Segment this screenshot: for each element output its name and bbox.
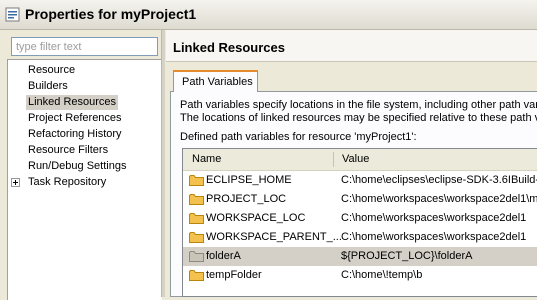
page-title: Linked Resources xyxy=(173,40,285,55)
window-title: Properties for myProject1 xyxy=(25,6,197,22)
pane-splitter[interactable] xyxy=(161,30,165,297)
table-row[interactable]: ECLIPSE_HOME C:\home\eclipses\eclipse-SD… xyxy=(183,171,537,190)
tab-label: Path Variables xyxy=(182,76,253,88)
tree-item-builders[interactable]: Builders xyxy=(26,79,70,94)
tree-item-task-repository[interactable]: Task Repository xyxy=(26,175,108,190)
folder-icon xyxy=(189,232,204,243)
column-separator[interactable] xyxy=(333,152,334,167)
tree-item-run-debug-settings[interactable]: Run/Debug Settings xyxy=(26,159,128,174)
variable-value: C:\home\workspaces\workspace2del1 xyxy=(341,231,527,243)
variable-value: C:\home\eclipses\eclipse-SDK-3.6IBuild-w xyxy=(341,174,537,186)
folder-icon xyxy=(189,175,204,186)
properties-icon xyxy=(5,7,20,22)
tree-item-project-references[interactable]: Project References xyxy=(26,111,124,126)
tree-item-resource-filters[interactable]: Resource Filters xyxy=(26,143,110,158)
table-row[interactable]: WORKSPACE_LOC C:\home\workspaces\workspa… xyxy=(183,209,537,228)
description-line-2: The locations of linked resources may be… xyxy=(180,112,537,124)
variable-name: folderA xyxy=(206,250,241,262)
table-row[interactable]: WORKSPACE_PARENT_... C:\home\workspaces\… xyxy=(183,228,537,247)
tree-item-resource[interactable]: Resource xyxy=(26,63,77,78)
variable-value: C:\home\workspaces\workspace2del1 xyxy=(341,212,527,224)
variable-name: PROJECT_LOC xyxy=(206,193,287,205)
path-variables-table: Name Value ECLIPSE_HOME C:\home\eclipses… xyxy=(182,148,537,297)
tree-item-linked-resources[interactable]: Linked Resources xyxy=(26,95,119,110)
defined-variables-label: Defined path variables for resource 'myP… xyxy=(180,131,417,143)
tree-item-refactoring-history[interactable]: Refactoring History xyxy=(26,127,124,142)
table-header: Name Value xyxy=(183,149,537,171)
variable-value: C:\home\!temp\b xyxy=(341,269,423,281)
table-row-selected[interactable]: folderA ${PROJECT_LOC}\folderA xyxy=(183,247,537,266)
variable-value: ${PROJECT_LOC}\folderA xyxy=(341,250,473,262)
table-row[interactable]: tempFolder C:\home\!temp\b xyxy=(183,266,537,285)
variable-name: tempFolder xyxy=(206,269,262,281)
tab-path-variables[interactable]: Path Variables xyxy=(173,70,258,92)
filter-input[interactable] xyxy=(11,37,158,56)
window-title-bar: Properties for myProject1 xyxy=(0,0,537,30)
variable-name: ECLIPSE_HOME xyxy=(206,174,292,186)
description-line-1: Path variables specify locations in the … xyxy=(180,99,537,111)
folder-icon xyxy=(189,251,204,262)
variable-value: C:\home\workspaces\workspace2del1\myp xyxy=(341,193,537,205)
expand-icon[interactable] xyxy=(11,178,20,187)
column-header-name[interactable]: Name xyxy=(192,153,221,165)
variable-name: WORKSPACE_LOC xyxy=(206,212,306,224)
folder-icon xyxy=(189,213,204,224)
folder-icon xyxy=(189,270,204,281)
page-header: Linked Resources xyxy=(166,30,537,62)
column-header-value[interactable]: Value xyxy=(342,153,369,165)
folder-icon xyxy=(189,194,204,205)
variable-name: WORKSPACE_PARENT_... xyxy=(206,231,342,243)
table-row[interactable]: PROJECT_LOC C:\home\workspaces\workspace… xyxy=(183,190,537,209)
